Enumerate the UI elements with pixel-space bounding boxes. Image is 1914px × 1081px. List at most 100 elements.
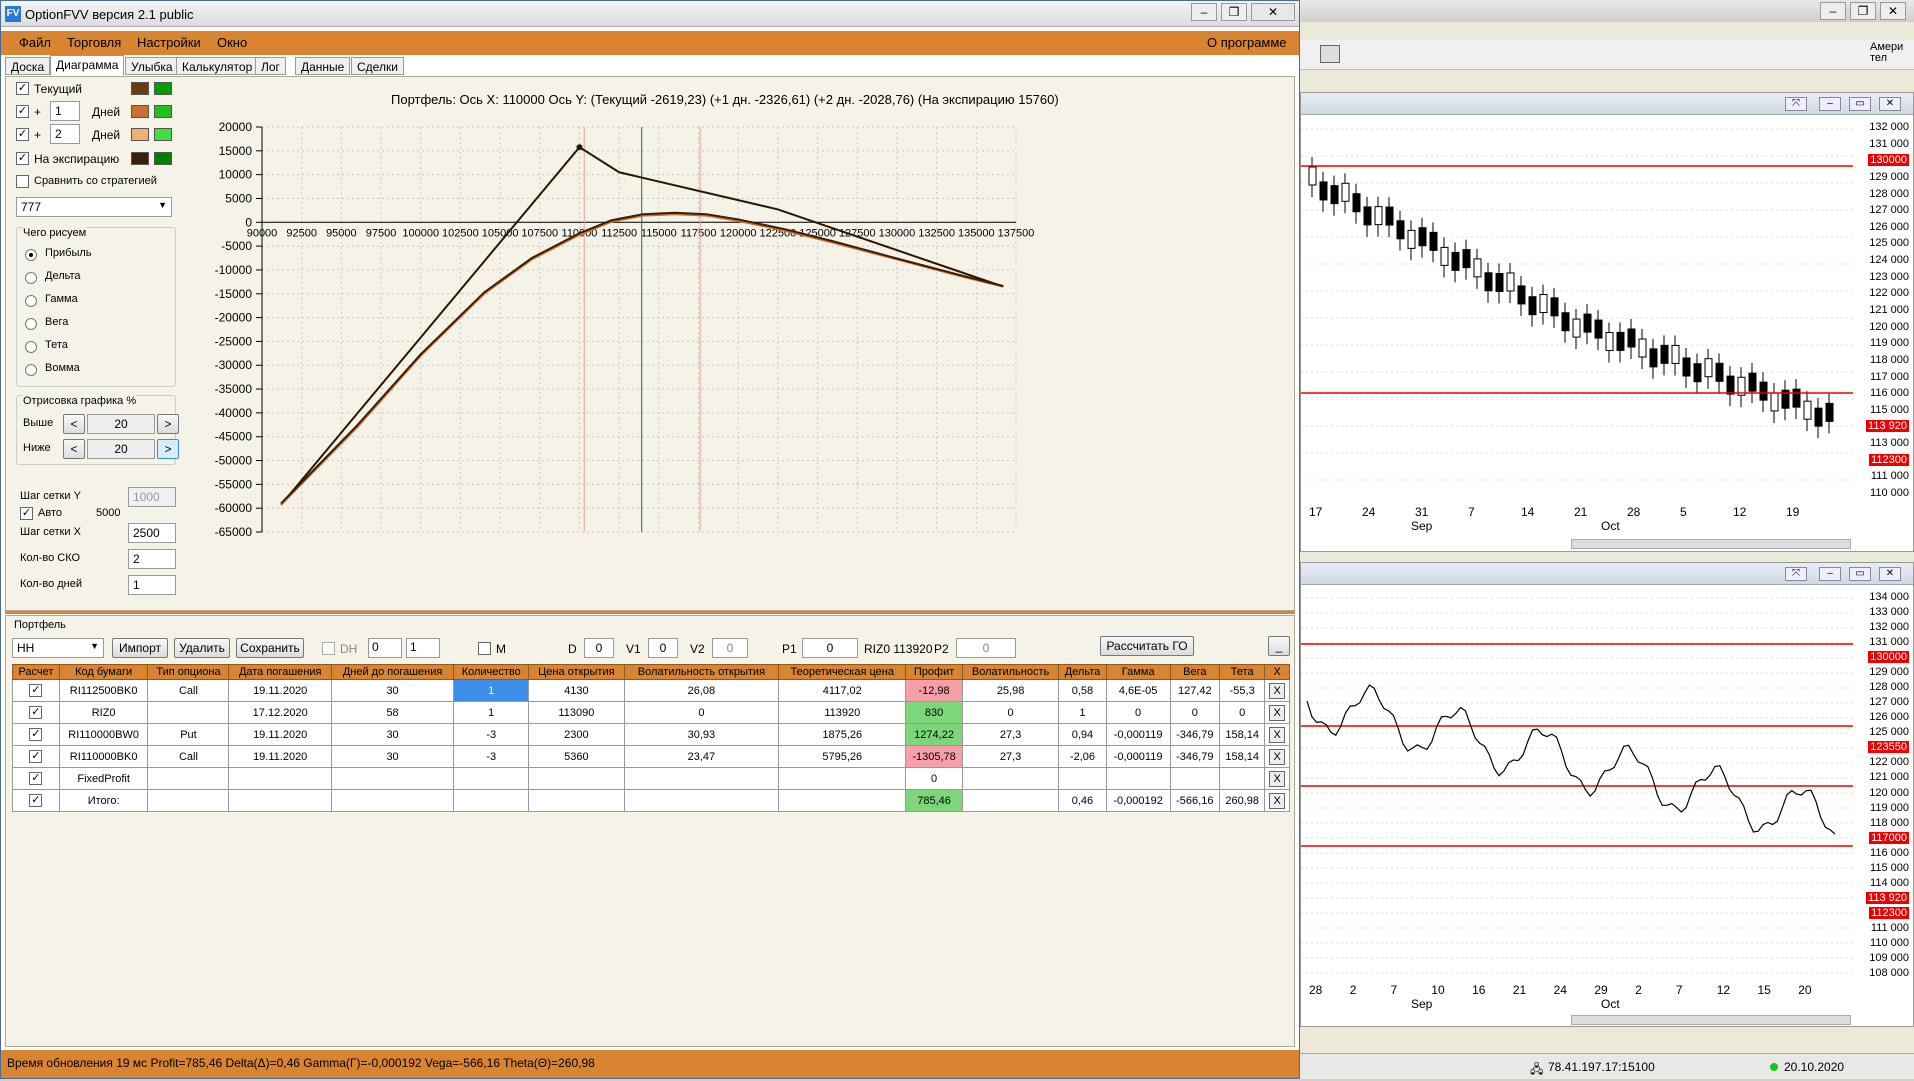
column-header[interactable]: Волатильность открытия	[623, 664, 780, 680]
spin1-input[interactable]: 0	[368, 638, 402, 658]
table-cell[interactable]	[453, 767, 530, 790]
plus1-checkbox[interactable]: ✓	[16, 105, 29, 118]
expiry-color-swatch-1[interactable]	[131, 152, 149, 165]
panel-splitter[interactable]	[5, 611, 1295, 614]
table-row[interactable]: ✓ FixedProfit 0 X	[12, 767, 1290, 790]
column-header[interactable]: Количество	[453, 664, 530, 680]
dh-checkbox[interactable]	[322, 642, 335, 655]
grid-x-input[interactable]: 2500	[128, 523, 176, 543]
v1-input[interactable]: 0	[648, 638, 678, 658]
table-cell[interactable]: 1	[453, 679, 530, 702]
below-value[interactable]: 20	[87, 439, 155, 459]
table-cell[interactable]: X	[1264, 745, 1290, 768]
table-cell[interactable]: ✓	[12, 723, 60, 746]
v2-input[interactable]: 0	[712, 638, 748, 658]
p2-input[interactable]: 0	[956, 638, 1016, 658]
tab-smile[interactable]: Улыбка	[125, 57, 179, 75]
row-checkbox[interactable]: ✓	[29, 794, 43, 807]
plus2-color-swatch-1[interactable]	[131, 128, 149, 141]
menu-file[interactable]: Файл	[19, 35, 51, 50]
below-decrease-button[interactable]: <	[63, 439, 85, 459]
column-header[interactable]: Дней до погашения	[330, 664, 455, 680]
above-decrease-button[interactable]: <	[63, 414, 85, 434]
chart-restore-button[interactable]: ▭	[1849, 97, 1871, 111]
dropdown-icon[interactable]	[1320, 45, 1340, 63]
radio-vomma[interactable]	[25, 364, 37, 376]
column-header[interactable]: Цена открытия	[528, 664, 625, 680]
chart-restore-button[interactable]: ▭	[1849, 567, 1871, 581]
row-checkbox[interactable]: ✓	[29, 750, 43, 763]
table-cell[interactable]: -3	[453, 745, 530, 768]
maximize-button[interactable]: ❐	[1221, 3, 1247, 21]
chart-tool-icon[interactable]: ⤧	[1785, 97, 1807, 111]
remove-row-button[interactable]: X	[1269, 792, 1286, 809]
chart-tool-icon[interactable]: ⤧	[1785, 567, 1807, 581]
row-checkbox[interactable]: ✓	[29, 772, 43, 785]
remove-row-button[interactable]: X	[1269, 726, 1286, 743]
radio-gamma[interactable]	[25, 295, 37, 307]
radio-vega[interactable]	[25, 318, 37, 330]
table-cell[interactable]: ✓	[12, 701, 60, 724]
tab-calculator[interactable]: Калькулятор	[176, 57, 259, 75]
tab-diagram[interactable]: Диаграмма	[50, 55, 125, 76]
column-header[interactable]: Гамма	[1105, 664, 1171, 680]
column-header[interactable]: Тип опциона	[147, 664, 230, 680]
tab-board[interactable]: Доска	[5, 57, 51, 75]
row-checkbox[interactable]: ✓	[29, 706, 43, 719]
minimize-button[interactable]: –	[1191, 3, 1217, 21]
row-checkbox[interactable]: ✓	[29, 684, 43, 697]
table-row[interactable]: ✓ RI110000BW0 Put 19.11.2020 30 -3 2300 30,93 18…	[12, 723, 1290, 746]
plus1-color-swatch-2[interactable]	[154, 105, 172, 118]
compare-checkbox[interactable]	[16, 175, 29, 188]
delete-button[interactable]: Удалить	[174, 638, 230, 658]
column-header[interactable]: Волатильность	[961, 664, 1060, 680]
above-value[interactable]: 20	[87, 414, 155, 434]
table-cell[interactable]: X	[1264, 723, 1290, 746]
column-header[interactable]: Расчет	[12, 664, 60, 680]
menu-trade[interactable]: Торговля	[67, 35, 121, 50]
column-header[interactable]: Дата погашения	[228, 664, 332, 680]
table-cell[interactable]: X	[1264, 767, 1290, 790]
above-increase-button[interactable]: >	[157, 414, 179, 434]
table-row[interactable]: ✓ RI112500BK0 Call 19.11.2020 30 1 4130 26,08 41…	[12, 679, 1290, 702]
strategy-select[interactable]: 777 ▼	[16, 197, 172, 217]
table-cell[interactable]: ✓	[12, 679, 60, 702]
plus2-days-input[interactable]: 2	[50, 124, 80, 144]
remove-row-button[interactable]: X	[1269, 770, 1286, 787]
remove-row-button[interactable]: X	[1269, 748, 1286, 765]
chart-close-button[interactable]: ✕	[1879, 567, 1901, 581]
spin2-input[interactable]: 1	[406, 638, 440, 658]
expiry-color-swatch-2[interactable]	[154, 152, 172, 165]
current-checkbox[interactable]: ✓	[16, 82, 29, 95]
below-increase-button[interactable]: >	[157, 439, 179, 459]
table-cell[interactable]: -3	[453, 723, 530, 746]
days-count-input[interactable]: 1	[128, 575, 176, 595]
table-cell[interactable]: ✓	[12, 767, 60, 790]
d-input[interactable]: 0	[584, 638, 614, 658]
table-row[interactable]: ✓ Итого: 785,46 0,46 -0,000192 -566,16 260,98 X	[12, 789, 1290, 812]
menu-window[interactable]: Окно	[217, 35, 247, 50]
current-color-swatch-1[interactable]	[131, 82, 149, 95]
expiry-checkbox[interactable]: ✓	[16, 152, 29, 165]
bg-minimize-button[interactable]: –	[1820, 2, 1846, 20]
table-cell[interactable]: X	[1264, 679, 1290, 702]
current-color-swatch-2[interactable]	[154, 82, 172, 95]
price-chart-bottom[interactable]: ⤧ – ▭ ✕ 134 000 133 000 132 000 131 000 1300…	[1300, 562, 1914, 1027]
plus2-color-swatch-2[interactable]	[154, 128, 172, 141]
tab-data[interactable]: Данные	[295, 57, 351, 75]
remove-row-button[interactable]: X	[1269, 704, 1286, 721]
table-row[interactable]: ✓ RIZ0 17.12.2020 58 1 113090 0 113920 830 0 1 0 0 0 X	[12, 701, 1290, 724]
horizontal-scrollbar[interactable]	[1571, 1015, 1851, 1025]
plus1-days-input[interactable]: 1	[50, 101, 80, 121]
close-button[interactable]: ✕	[1251, 3, 1295, 21]
plus1-color-swatch-1[interactable]	[131, 105, 149, 118]
plus2-checkbox[interactable]: ✓	[16, 128, 29, 141]
menu-about[interactable]: О программе	[1207, 35, 1287, 50]
portfolio-select[interactable]: HH ▼	[12, 638, 104, 658]
payoff-chart[interactable]: 20000150001000050000-5000-10000-15000-20…	[206, 117, 1266, 607]
radio-delta[interactable]	[25, 272, 37, 284]
column-header[interactable]: Тета	[1219, 664, 1266, 680]
chart-minimize-button[interactable]: –	[1819, 97, 1841, 111]
collapse-button[interactable]: _	[1268, 636, 1290, 656]
column-header[interactable]: Теоретическая цена	[778, 664, 907, 680]
